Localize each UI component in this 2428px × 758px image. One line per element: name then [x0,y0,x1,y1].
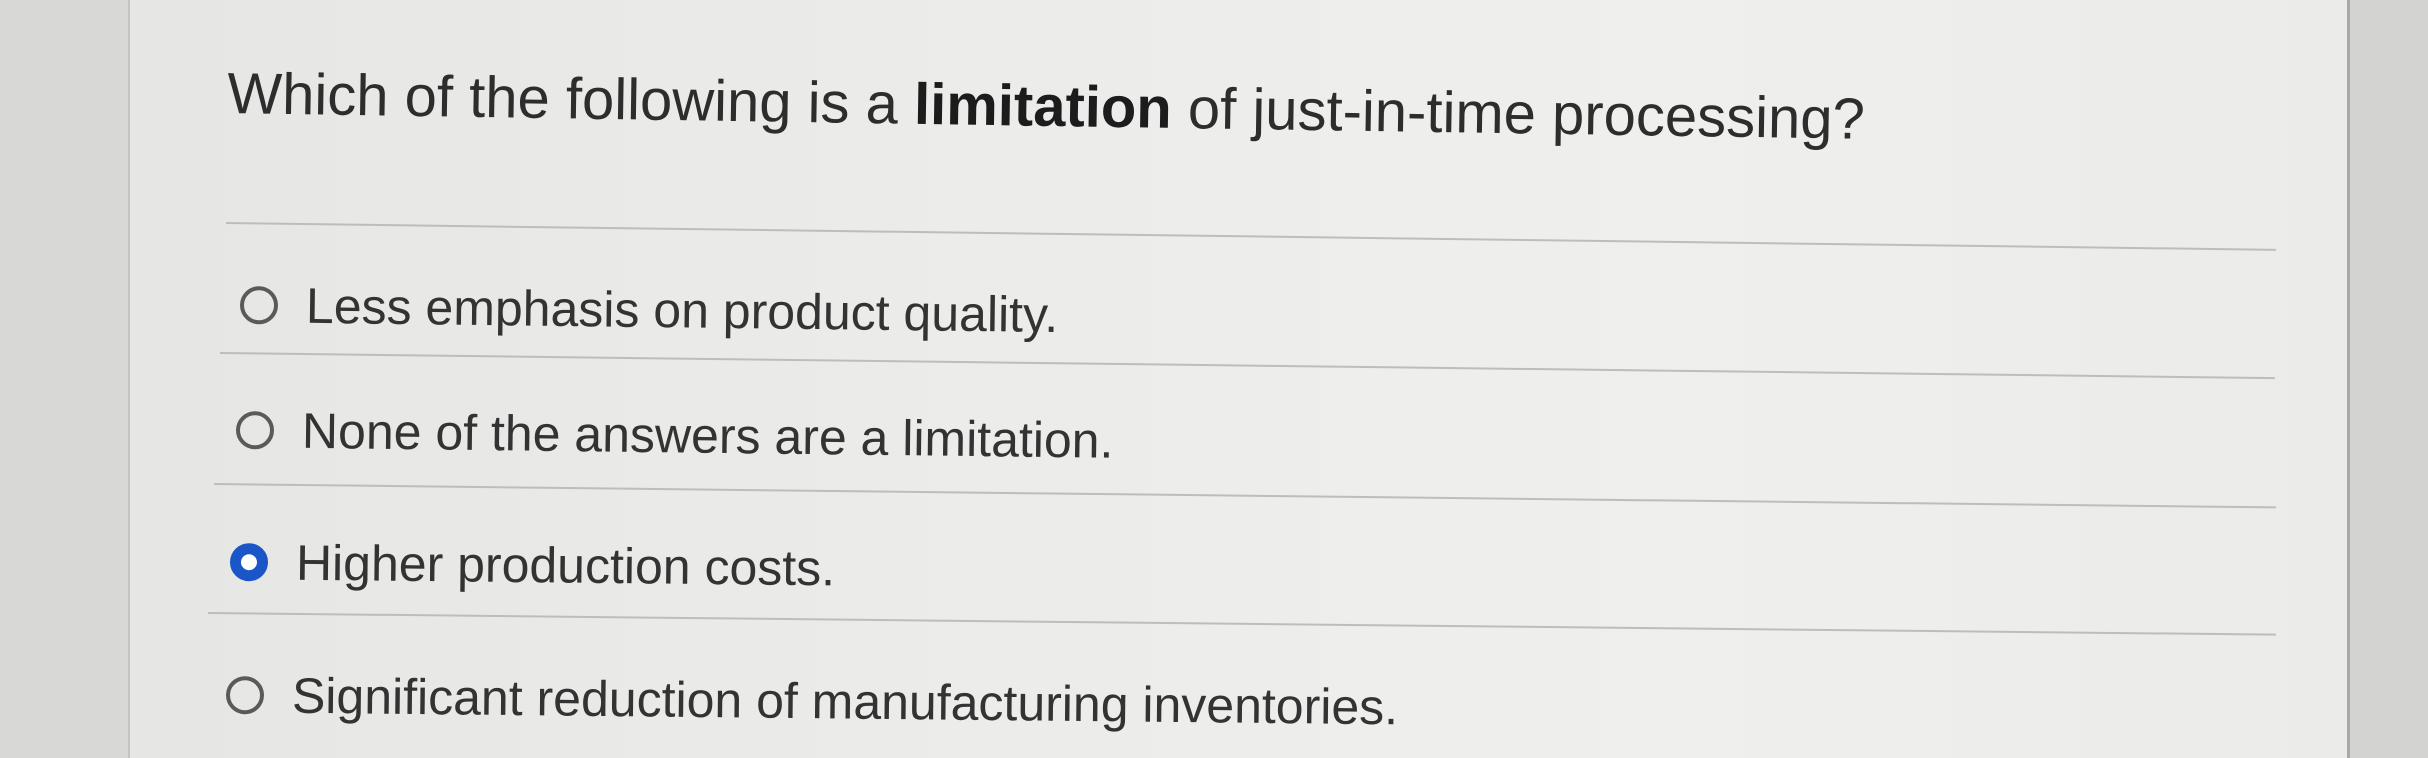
question-prefix: Which of the following is a [226,60,915,137]
page-margin [2350,0,2428,758]
answer-option-1[interactable]: Less emphasis on product quality. [239,276,1059,344]
answer-option-3[interactable]: Higher production costs. [229,533,836,597]
answer-option-4[interactable]: Significant reduction of manufacturing i… [225,666,1399,736]
radio-button-icon[interactable] [235,411,275,450]
answer-option-label: None of the answers are a limitation. [301,402,1114,469]
radio-button-selected-icon[interactable] [229,543,269,582]
radio-button-icon[interactable] [225,676,265,715]
question-suffix: of just-in-time processing? [1171,75,1866,152]
answer-option-label: Less emphasis on product quality. [305,277,1059,343]
question-keyword: limitation [913,71,1173,141]
answer-option-label: Higher production costs. [295,534,836,597]
answer-option-2[interactable]: None of the answers are a limitation. [235,401,1114,470]
radio-button-icon[interactable] [239,286,279,325]
answer-option-label: Significant reduction of manufacturing i… [291,667,1399,736]
